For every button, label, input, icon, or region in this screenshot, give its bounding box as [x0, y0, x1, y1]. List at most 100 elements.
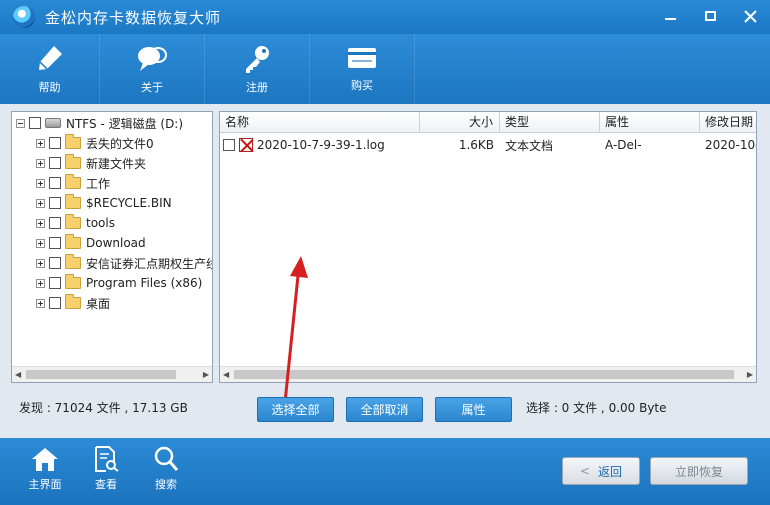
found-summary: 发现 : 71024 文件 , 17.13 GB [19, 401, 188, 415]
checkbox[interactable] [49, 177, 61, 189]
window-controls [650, 0, 770, 32]
checkbox[interactable] [223, 139, 235, 151]
checkbox[interactable] [29, 117, 41, 129]
search-button[interactable]: 搜索 [136, 446, 196, 492]
folder-icon [65, 174, 81, 189]
file-list: 名称 大小 类型 属性 修改日期 2020-10-7-9-39-1.log 1.… [219, 111, 757, 383]
file-list-header: 名称 大小 类型 属性 修改日期 [220, 112, 756, 133]
close-button[interactable] [730, 0, 770, 32]
about-label: 关于 [141, 81, 163, 94]
key-icon [246, 46, 269, 73]
deselect-all-button[interactable]: 全部取消 [346, 397, 423, 422]
column-header-attributes[interactable]: 属性 [600, 112, 700, 133]
folder-icon [65, 134, 81, 149]
tree-item[interactable]: 丢失的文件0 [36, 133, 154, 153]
column-header-modified[interactable]: 修改日期 [700, 112, 756, 133]
checkbox[interactable] [49, 157, 61, 169]
checkbox[interactable] [49, 217, 61, 229]
scrollbar-thumb[interactable] [234, 370, 734, 379]
maximize-icon [704, 11, 716, 21]
selection-summary: 选择 : 0 文件 , 0.00 Byte [526, 401, 667, 415]
tree-item[interactable]: $RECYCLE.BIN [36, 193, 172, 213]
expand-icon[interactable] [36, 238, 45, 248]
tree-item-label: 安信证券汇点期权生产线 [86, 256, 212, 271]
scrollbar-thumb[interactable] [26, 370, 176, 379]
column-header-size[interactable]: 大小 [420, 112, 500, 133]
home-label: 主界面 [28, 478, 62, 491]
column-header-type[interactable]: 类型 [500, 112, 600, 133]
pen-icon [38, 46, 62, 70]
table-row[interactable]: 2020-10-7-9-39-1.log 1.6KB 文本文档 A-Del- 2… [220, 135, 756, 155]
checkbox[interactable] [49, 237, 61, 249]
collapse-icon[interactable] [16, 118, 25, 128]
buy-label: 购买 [351, 79, 373, 92]
tree-item[interactable]: Program Files (x86) [36, 273, 202, 293]
tree-item[interactable]: 安信证券汇点期权生产线 [36, 253, 212, 273]
tree-item[interactable]: 新建文件夹 [36, 153, 146, 173]
tree-item[interactable]: 桌面 [36, 293, 110, 313]
deleted-file-icon [239, 138, 253, 152]
checkbox[interactable] [49, 297, 61, 309]
checkbox[interactable] [49, 137, 61, 149]
help-button[interactable]: 帮助 [0, 34, 100, 104]
footer-bar: 主界面 查看 搜索 < 返回 立即恢复 [0, 438, 770, 505]
folder-tree: NTFS - 逻辑磁盘 (D:) 丢失的文件0 新建文件夹 工作 $RECYCL… [11, 111, 213, 383]
close-icon [743, 9, 757, 23]
tree-item-label: tools [86, 216, 115, 230]
checkbox[interactable] [49, 257, 61, 269]
back-button[interactable]: < 返回 [562, 457, 640, 485]
card-icon [348, 48, 376, 68]
list-horizontal-scrollbar[interactable]: ◀ ▶ [220, 366, 756, 382]
file-name-cell: 2020-10-7-9-39-1.log [220, 138, 420, 152]
buy-button[interactable]: 购买 [310, 34, 415, 104]
home-button[interactable]: 主界面 [15, 446, 75, 492]
home-icon [32, 448, 58, 471]
chat-bubble-icon [138, 47, 167, 71]
tree-item-label: 工作 [86, 176, 111, 191]
scroll-left-icon[interactable]: ◀ [15, 370, 21, 379]
maximize-button[interactable] [690, 0, 730, 32]
scroll-right-icon[interactable]: ▶ [747, 370, 753, 379]
tree-root[interactable]: NTFS - 逻辑磁盘 (D:) [16, 113, 183, 133]
register-button[interactable]: 注册 [205, 34, 310, 104]
title-bar: 金松内存卡数据恢复大师 [0, 0, 770, 34]
back-label: 返回 [598, 464, 623, 479]
expand-icon[interactable] [36, 178, 45, 188]
expand-icon[interactable] [36, 138, 45, 148]
tree-horizontal-scrollbar[interactable]: ◀ ▶ [12, 366, 212, 382]
checkbox[interactable] [49, 277, 61, 289]
about-button[interactable]: 关于 [100, 34, 205, 104]
checkbox[interactable] [49, 197, 61, 209]
expand-icon[interactable] [36, 258, 45, 268]
file-size: 1.6KB [458, 138, 494, 152]
tree-item[interactable]: Download [36, 233, 146, 253]
tree-item-label: 新建文件夹 [86, 156, 147, 171]
search-label: 搜索 [155, 478, 177, 491]
expand-icon[interactable] [36, 218, 45, 228]
expand-icon[interactable] [36, 298, 45, 308]
select-all-button[interactable]: 选择全部 [257, 397, 334, 422]
scroll-right-icon[interactable]: ▶ [203, 370, 209, 379]
properties-button[interactable]: 属性 [435, 397, 512, 422]
folder-icon [65, 194, 81, 209]
recover-now-button[interactable]: 立即恢复 [650, 457, 748, 485]
tree-item[interactable]: tools [36, 213, 115, 233]
expand-icon[interactable] [36, 278, 45, 288]
folder-icon [65, 254, 81, 269]
scroll-left-icon[interactable]: ◀ [223, 370, 229, 379]
folder-icon [65, 294, 81, 309]
folder-icon [65, 274, 81, 289]
view-button[interactable]: 查看 [76, 446, 136, 492]
view-label: 查看 [95, 478, 117, 491]
expand-icon[interactable] [36, 198, 45, 208]
app-logo-icon [13, 6, 35, 28]
column-header-name[interactable]: 名称 [220, 112, 420, 133]
expand-icon[interactable] [36, 158, 45, 168]
minimize-button[interactable] [650, 0, 690, 32]
file-attributes: A-Del- [605, 138, 642, 152]
tree-item[interactable]: 工作 [36, 173, 110, 193]
tree-item-label: 桌面 [86, 296, 111, 311]
file-type: 文本文档 [505, 138, 554, 153]
folder-icon [65, 154, 81, 169]
search-icon [154, 446, 179, 471]
